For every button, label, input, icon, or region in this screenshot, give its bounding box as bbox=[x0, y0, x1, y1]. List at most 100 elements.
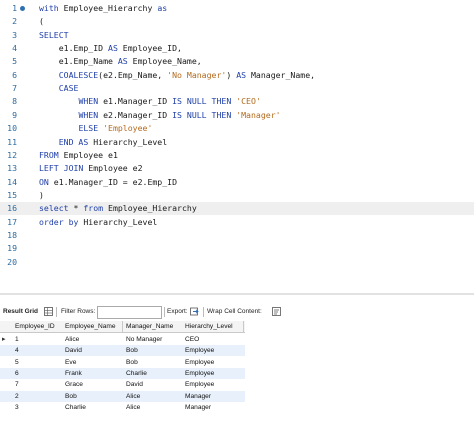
table-cell[interactable]: 7 bbox=[12, 379, 62, 390]
table-cell[interactable]: Bob bbox=[62, 391, 122, 402]
code-line[interactable]: 18 bbox=[0, 229, 474, 242]
sql-function: COALESCE bbox=[58, 69, 99, 80]
wrap-cell-icon[interactable] bbox=[272, 307, 281, 316]
line-number: 10 bbox=[7, 123, 17, 134]
result-grid-tab[interactable]: Result Grid bbox=[3, 308, 38, 315]
code-text: select * from Employee_Hierarchy bbox=[39, 202, 197, 215]
table-cell[interactable]: Alice bbox=[123, 391, 182, 402]
code-line[interactable]: 20 bbox=[0, 256, 474, 269]
line-number: 17 bbox=[7, 216, 17, 227]
grid-icon[interactable] bbox=[44, 307, 53, 316]
table-cell[interactable]: Manager bbox=[182, 402, 243, 413]
sql-keyword: AS bbox=[108, 43, 118, 54]
statement-marker-icon bbox=[20, 6, 25, 11]
sql-keyword: from bbox=[83, 203, 104, 214]
code-line[interactable]: 12 FROM Employee e1 bbox=[0, 149, 474, 162]
panel-splitter[interactable] bbox=[0, 293, 474, 295]
code-line[interactable]: 9 WHEN e2.Manager_ID IS NULL THEN 'Manag… bbox=[0, 109, 474, 122]
filter-rows-input[interactable] bbox=[97, 306, 162, 319]
code-line[interactable]: 7 CASE bbox=[0, 82, 474, 95]
code-line[interactable]: 14 ON e1.Manager_ID = e2.Emp_ID bbox=[0, 176, 474, 189]
code-line[interactable]: 3 SELECT bbox=[0, 29, 474, 42]
table-cell[interactable]: 3 bbox=[12, 402, 62, 413]
code-line[interactable]: 8 WHEN e1.Manager_ID IS NULL THEN 'CEO' bbox=[0, 95, 474, 108]
sql-token: ) bbox=[226, 69, 237, 80]
table-cell[interactable]: Frank bbox=[62, 368, 122, 379]
sql-keyword: ON bbox=[39, 176, 49, 187]
code-line[interactable]: 16 select * from Employee_Hierarchy bbox=[0, 202, 474, 216]
table-cell[interactable]: Grace bbox=[62, 379, 122, 390]
code-line[interactable]: 6 COALESCE(e2.Emp_Name, 'No Manager') AS… bbox=[0, 69, 474, 82]
code-line[interactable]: 13 LEFT JOIN Employee e2 bbox=[0, 162, 474, 175]
table-cell[interactable]: Alice bbox=[123, 402, 182, 413]
table-cell[interactable]: Bob bbox=[123, 345, 182, 356]
table-cell[interactable]: Employee bbox=[182, 345, 243, 356]
table-cell[interactable]: CEO bbox=[182, 334, 243, 345]
table-cell[interactable]: 5 bbox=[12, 357, 62, 368]
table-cell[interactable]: 6 bbox=[12, 368, 62, 379]
table-row[interactable]: 3 Charlie Alice Manager bbox=[0, 402, 245, 413]
sql-keyword: CASE bbox=[58, 83, 79, 94]
table-row[interactable]: ▸ 1 Alice No Manager CEO bbox=[0, 334, 245, 345]
table-cell[interactable]: Charlie bbox=[62, 402, 122, 413]
table-cell[interactable]: Employee bbox=[182, 357, 243, 368]
table-row[interactable]: 2 Bob Alice Manager bbox=[0, 390, 245, 402]
line-number: 15 bbox=[7, 189, 17, 200]
code-line[interactable]: 10 ELSE 'Employee' bbox=[0, 122, 474, 135]
column-header[interactable]: Employee_Name bbox=[62, 321, 123, 332]
sql-token: (e2.Emp_Name, bbox=[98, 69, 168, 80]
sql-keyword: WHEN bbox=[78, 109, 99, 120]
table-cell[interactable]: Alice bbox=[62, 334, 122, 345]
code-line[interactable]: 19 bbox=[0, 242, 474, 255]
sql-token: Manager_Name, bbox=[246, 69, 316, 80]
column-header[interactable]: Hierarchy_Level bbox=[182, 321, 244, 332]
table-cell[interactable]: Eve bbox=[62, 357, 122, 368]
code-text: WHEN e1.Manager_ID IS NULL THEN 'CEO' bbox=[39, 95, 260, 108]
table-row[interactable]: 7 Grace David Employee bbox=[0, 379, 245, 390]
table-cell[interactable]: 4 bbox=[12, 345, 62, 356]
sql-keyword: END AS bbox=[58, 136, 89, 147]
export-icon[interactable] bbox=[190, 307, 199, 316]
sql-keyword: SELECT bbox=[39, 29, 69, 40]
code-text: CASE bbox=[39, 82, 79, 95]
table-row[interactable]: 5 Eve Bob Employee bbox=[0, 357, 245, 368]
sql-token: ) bbox=[39, 189, 44, 200]
column-header[interactable]: Manager_Name bbox=[123, 321, 183, 332]
sql-keyword: with bbox=[39, 3, 64, 13]
table-cell[interactable]: Employee bbox=[182, 379, 243, 390]
table-cell[interactable]: 1 bbox=[12, 334, 62, 345]
table-cell[interactable]: David bbox=[123, 379, 182, 390]
table-cell[interactable]: No Manager bbox=[123, 334, 182, 345]
sql-keyword: order by bbox=[39, 216, 79, 227]
table-cell[interactable]: Bob bbox=[123, 357, 182, 368]
code-line[interactable]: 1 with Employee_Hierarchy as bbox=[0, 2, 474, 15]
code-line[interactable]: 11 END AS Hierarchy_Level bbox=[0, 136, 474, 149]
table-row[interactable]: 4 David Bob Employee bbox=[0, 345, 245, 357]
sql-keyword: IS NULL THEN bbox=[172, 96, 232, 107]
line-number: 19 bbox=[7, 243, 17, 254]
code-line[interactable]: 4 e1.Emp_ID AS Employee_ID, bbox=[0, 42, 474, 55]
sql-keyword: select bbox=[39, 203, 69, 214]
code-line[interactable]: 15) bbox=[0, 189, 474, 202]
wrap-cell-label: Wrap Cell Content: bbox=[207, 308, 262, 315]
table-cell[interactable]: 2 bbox=[12, 391, 62, 402]
table-row[interactable]: 6 Frank Charlie Employee bbox=[0, 367, 245, 379]
sql-token: Employee_Hierarchy bbox=[63, 3, 158, 13]
table-cell[interactable]: David bbox=[62, 345, 122, 356]
table-cell[interactable]: Charlie bbox=[123, 368, 182, 379]
sql-token: Employee e1 bbox=[58, 149, 118, 160]
filter-rows-label: Filter Rows: bbox=[61, 308, 96, 315]
code-line[interactable]: 2( bbox=[0, 15, 474, 28]
table-cell[interactable]: Employee bbox=[182, 368, 243, 379]
sql-editor[interactable]: 1 with Employee_Hierarchy as 2(3 SELECT 4 e1… bbox=[0, 0, 474, 288]
table-cell[interactable]: Manager bbox=[182, 391, 243, 402]
result-toolbar: Result Grid Filter Rows: Export: Wrap Ce… bbox=[0, 305, 474, 319]
code-text: SELECT bbox=[39, 29, 69, 42]
column-header[interactable]: Employee_ID bbox=[12, 321, 63, 332]
code-line[interactable]: 17 order by Hierarchy_Level bbox=[0, 216, 474, 229]
line-number: 7 bbox=[12, 83, 17, 94]
line-number: 13 bbox=[7, 163, 17, 174]
code-line[interactable]: 5 e1.Emp_Name AS Employee_Name, bbox=[0, 55, 474, 68]
sql-keyword: FROM bbox=[39, 149, 59, 160]
